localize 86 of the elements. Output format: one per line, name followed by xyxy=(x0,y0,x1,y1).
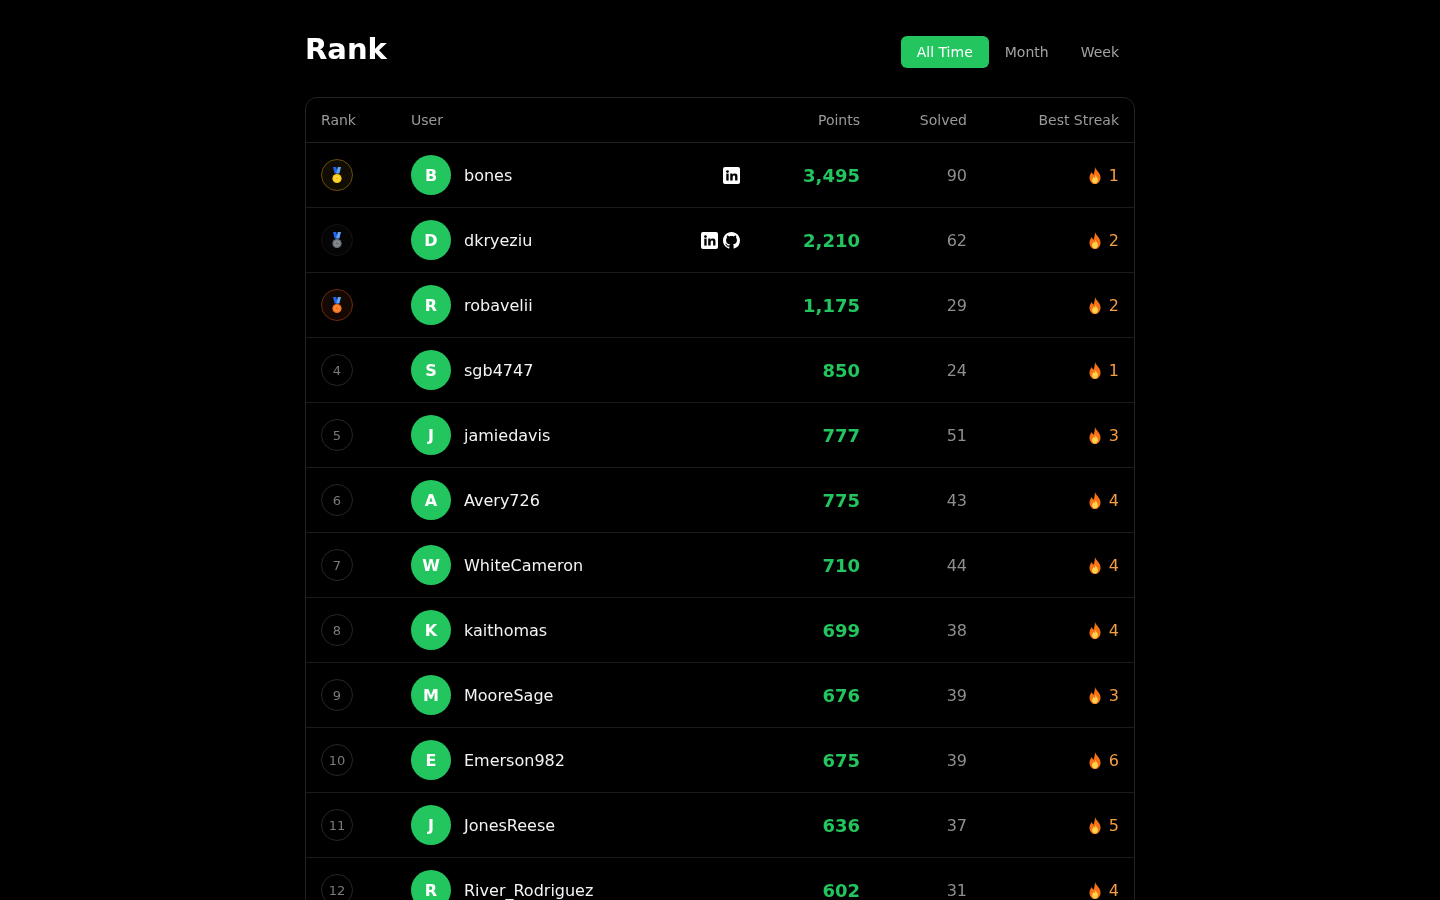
points-value: 636 xyxy=(822,814,860,836)
user-avatar: R xyxy=(411,285,451,325)
medal-icon xyxy=(321,289,353,321)
user-avatar: R xyxy=(411,870,451,900)
column-header: Rank xyxy=(321,112,357,128)
streak-count: 6 xyxy=(1108,750,1119,770)
medal-icon xyxy=(321,159,353,191)
points-value: 676 xyxy=(822,684,860,706)
username: Emerson982 xyxy=(464,750,565,770)
user-avatar: M xyxy=(411,675,451,715)
streak-count: 4 xyxy=(1108,880,1119,900)
flame-icon xyxy=(1087,686,1102,704)
column-header: Points xyxy=(817,112,860,128)
column-header: Solved xyxy=(919,112,967,128)
solved-count: 90 xyxy=(946,165,967,185)
points-value: 675 xyxy=(822,749,860,771)
username: Avery726 xyxy=(464,490,540,510)
solved-count: 39 xyxy=(946,750,967,770)
points-value: 699 xyxy=(822,619,860,641)
streak-count: 5 xyxy=(1108,815,1119,835)
points-value: 3,495 xyxy=(803,164,860,186)
user-avatar: J xyxy=(411,415,451,455)
streak-count: 1 xyxy=(1108,360,1119,380)
solved-count: 29 xyxy=(946,295,967,315)
username: bones xyxy=(464,165,513,185)
solved-count: 43 xyxy=(946,490,967,510)
points-value: 777 xyxy=(822,424,860,446)
flame-icon xyxy=(1087,556,1102,574)
flame-icon xyxy=(1087,231,1102,249)
username: WhiteCameron xyxy=(464,555,584,575)
streak-count: 4 xyxy=(1108,490,1119,510)
username: dkryeziu xyxy=(464,230,533,250)
streak-count: 1 xyxy=(1108,165,1119,185)
username: MooreSage xyxy=(464,685,554,705)
points-value: 775 xyxy=(822,489,860,511)
period-tab[interactable]: Week xyxy=(1064,36,1135,68)
streak-count: 2 xyxy=(1108,230,1119,250)
user-avatar: E xyxy=(411,740,451,780)
user-avatar: J xyxy=(411,805,451,845)
points-value: 850 xyxy=(822,359,860,381)
solved-count: 51 xyxy=(946,425,967,445)
streak-count: 4 xyxy=(1108,620,1119,640)
flame-icon xyxy=(1087,621,1102,639)
period-tab[interactable]: Month xyxy=(988,36,1065,68)
username: JonesReese xyxy=(464,815,556,835)
column-header: User xyxy=(411,112,444,128)
solved-count: 39 xyxy=(946,685,967,705)
user-avatar: B xyxy=(411,155,451,195)
solved-count: 44 xyxy=(946,555,967,575)
solved-count: 24 xyxy=(946,360,967,380)
user-avatar: K xyxy=(411,610,451,650)
points-value: 2,210 xyxy=(803,229,860,251)
column-header: Best Streak xyxy=(1038,112,1119,128)
user-avatar: D xyxy=(411,220,451,260)
streak-count: 4 xyxy=(1108,555,1119,575)
username: kaithomas xyxy=(464,620,548,640)
flame-icon xyxy=(1087,296,1102,314)
username: River_Rodriguez xyxy=(464,880,594,900)
solved-count: 38 xyxy=(946,620,967,640)
flame-icon xyxy=(1087,491,1102,509)
flame-icon xyxy=(1087,881,1102,899)
page-title: Rank xyxy=(305,32,387,66)
solved-count: 31 xyxy=(946,880,967,900)
points-value: 602 xyxy=(822,879,860,900)
flame-icon xyxy=(1087,751,1102,769)
flame-icon xyxy=(1087,166,1102,184)
streak-count: 3 xyxy=(1108,685,1119,705)
github-icon[interactable] xyxy=(723,231,740,249)
solved-count: 62 xyxy=(946,230,967,250)
linkedin-icon[interactable] xyxy=(701,231,718,249)
flame-icon xyxy=(1087,361,1102,379)
user-avatar: W xyxy=(411,545,451,585)
username: jamiedavis xyxy=(464,425,551,445)
user-avatar: A xyxy=(411,480,451,520)
points-value: 710 xyxy=(822,554,860,576)
streak-count: 2 xyxy=(1108,295,1119,315)
flame-icon xyxy=(1087,426,1102,444)
solved-count: 37 xyxy=(946,815,967,835)
username: sgb4747 xyxy=(464,360,534,380)
points-value: 1,175 xyxy=(803,294,860,316)
user-avatar: S xyxy=(411,350,451,390)
streak-count: 3 xyxy=(1108,425,1119,445)
medal-icon xyxy=(321,224,353,256)
username: robavelii xyxy=(464,295,533,315)
flame-icon xyxy=(1087,816,1102,834)
linkedin-icon[interactable] xyxy=(723,166,740,184)
